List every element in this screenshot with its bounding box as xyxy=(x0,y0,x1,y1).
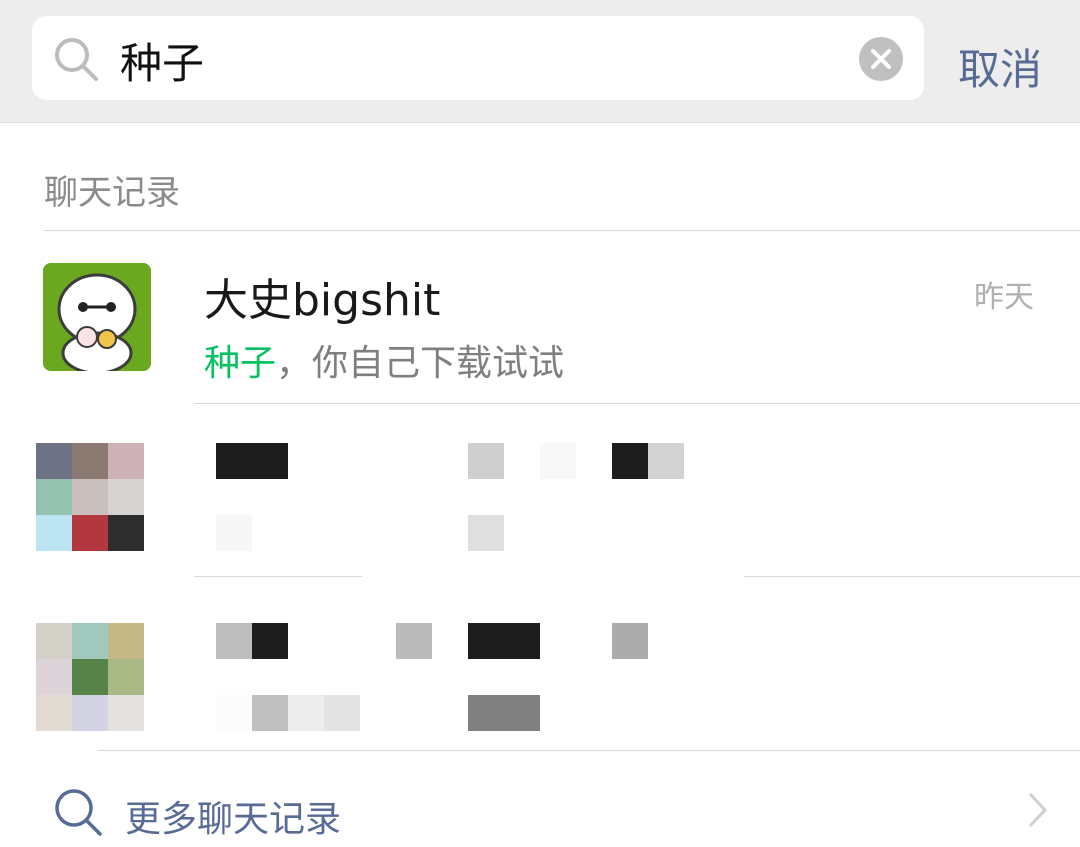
chevron-right-icon xyxy=(1029,793,1047,827)
snippet-highlight: 种子 xyxy=(204,343,277,384)
search-icon xyxy=(55,789,102,836)
search-bar: 取消 xyxy=(0,0,1080,123)
more-chat-records-label: 更多聊天记录 xyxy=(125,799,342,840)
chat-snippet: 种子，你自己下载试试 xyxy=(204,334,564,386)
clear-icon xyxy=(871,49,891,69)
cancel-button[interactable]: 取消 xyxy=(958,36,1042,97)
row-divider xyxy=(744,576,1080,577)
snippet-text: ，你自己下载试试 xyxy=(276,343,565,384)
chat-time: 昨天 xyxy=(974,280,1034,315)
row-divider xyxy=(194,403,1080,404)
section-title: 聊天记录 xyxy=(44,173,180,213)
search-input[interactable] xyxy=(120,30,840,90)
search-icon xyxy=(55,38,98,81)
section-divider xyxy=(44,230,1080,231)
avatar xyxy=(43,263,151,371)
row-divider xyxy=(194,576,362,577)
clear-button[interactable] xyxy=(859,37,903,81)
row-divider xyxy=(98,750,1080,751)
chat-name: 大史bigshit xyxy=(204,275,441,326)
